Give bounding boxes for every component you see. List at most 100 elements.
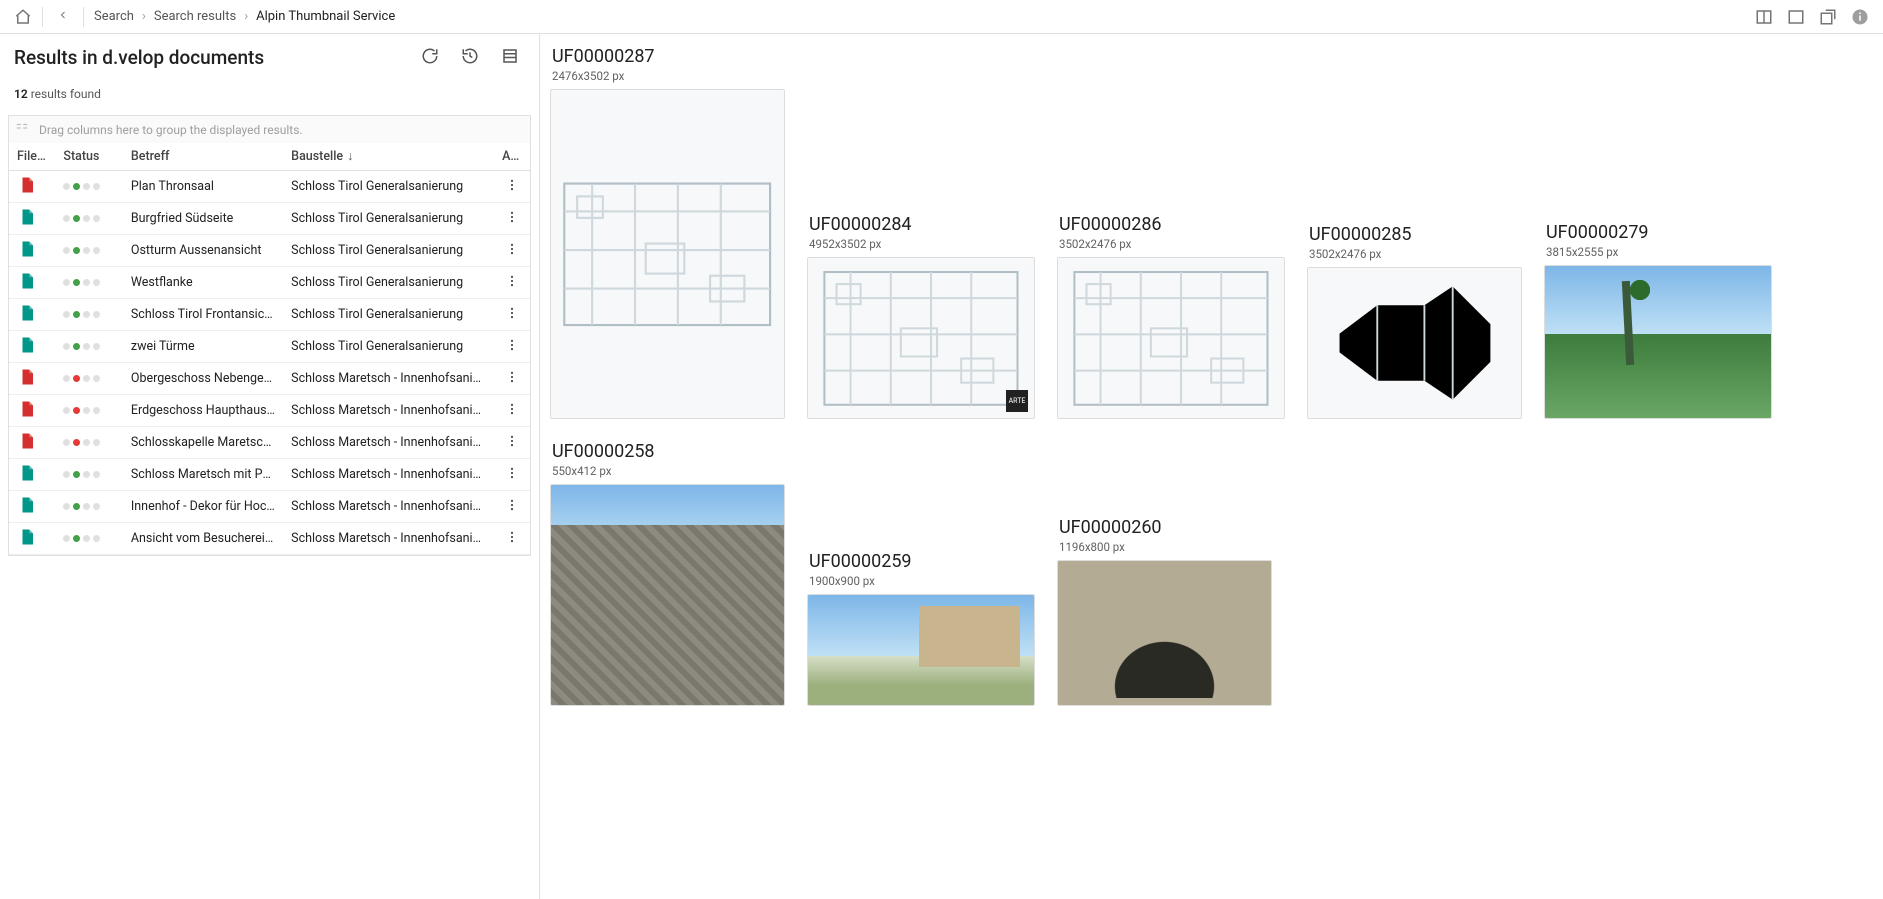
table-row[interactable]: Ansicht vom Besuchereinga...Schloss Mare… — [9, 523, 530, 555]
status-indicator — [63, 311, 100, 318]
results-count-label: results found — [31, 87, 101, 101]
col-file[interactable]: File I... — [9, 143, 55, 171]
image-file-icon — [17, 271, 37, 291]
info-icon[interactable] — [1851, 8, 1869, 26]
floorplan-thumbnail[interactable] — [550, 89, 785, 419]
group-drop-zone[interactable]: Drag columns here to group the displayed… — [8, 115, 531, 143]
row-menu-icon[interactable] — [505, 181, 519, 196]
cell-baustelle: Schloss Tirol Generalsanierung — [283, 299, 494, 331]
image-file-icon — [17, 207, 37, 227]
thumbnail-card[interactable]: UF00000287 2476x3502 px — [550, 46, 785, 419]
thumbnail-card[interactable]: UF000002853502x2476 px — [1307, 224, 1522, 419]
row-menu-icon[interactable] — [505, 437, 519, 452]
row-menu-icon[interactable] — [505, 341, 519, 356]
thumbnail-id: UF00000259 — [809, 551, 1035, 572]
cell-betreff: Obergeschoss Nebengebäu... — [123, 363, 283, 395]
thumbnail-dimensions: 2476x3502 px — [552, 69, 785, 83]
home-icon[interactable] — [14, 8, 32, 26]
refresh-icon[interactable] — [421, 47, 439, 69]
table-row[interactable]: zwei TürmeSchloss Tirol Generalsanierung — [9, 331, 530, 363]
thumbnail-card[interactable]: UF00000258550x412 px — [550, 441, 785, 706]
results-table: File I... Status Betreff Baustelle↓ Ac..… — [9, 143, 530, 555]
table-row[interactable]: Schloss Tirol FrontansichtSchloss Tirol … — [9, 299, 530, 331]
thumbnail-card[interactable]: UF000002601196x800 px — [1057, 517, 1272, 706]
main-split: Results in d.velop documents 12 results … — [0, 34, 1883, 899]
photo-thumbnail[interactable] — [1544, 265, 1772, 419]
breadcrumb-search[interactable]: Search — [94, 9, 134, 24]
thumbnail-dimensions: 4952x3502 px — [809, 237, 1035, 251]
row-menu-icon[interactable] — [505, 405, 519, 420]
cell-betreff: Innenhof - Dekor für Hochzeit — [123, 491, 283, 523]
chevron-right-icon: › — [142, 9, 146, 24]
status-indicator — [63, 503, 100, 510]
cell-baustelle: Schloss Tirol Generalsanierung — [283, 235, 494, 267]
photo-thumbnail[interactable] — [1057, 560, 1272, 706]
status-indicator — [63, 535, 100, 542]
status-indicator — [63, 407, 100, 414]
table-row[interactable]: Burgfried SüdseiteSchloss Tirol Generals… — [9, 203, 530, 235]
image-file-icon — [17, 527, 37, 547]
row-menu-icon[interactable] — [505, 245, 519, 260]
col-status[interactable]: Status — [55, 143, 122, 171]
image-file-icon — [17, 463, 37, 483]
thumbnail-dimensions: 3502x2476 px — [1309, 247, 1522, 261]
row-menu-icon[interactable] — [505, 533, 519, 548]
cell-baustelle: Schloss Maretsch - Innenhofsanierung — [283, 363, 494, 395]
divider — [83, 7, 84, 27]
col-betreff[interactable]: Betreff — [123, 143, 283, 171]
table-row[interactable]: Innenhof - Dekor für HochzeitSchloss Mar… — [9, 491, 530, 523]
thumbnail-dimensions: 1900x900 px — [809, 574, 1035, 588]
thumbnail-dimensions: 1196x800 px — [1059, 540, 1272, 554]
results-count: 12 results found — [14, 87, 525, 101]
back-icon[interactable] — [57, 9, 69, 25]
thumbnail-card[interactable]: UF000002844952x3502 pxARTE — [807, 214, 1035, 419]
table-row[interactable]: Plan ThronsaalSchloss Tirol Generalsanie… — [9, 171, 530, 203]
row-menu-icon[interactable] — [505, 277, 519, 292]
plan-badge: ARTE — [1006, 390, 1028, 412]
thumbnail-id: UF00000279 — [1546, 222, 1772, 243]
layout-single-icon[interactable] — [1787, 8, 1805, 26]
cell-baustelle: Schloss Tirol Generalsanierung — [283, 331, 494, 363]
table-row[interactable]: Ostturm AussenansichtSchloss Tirol Gener… — [9, 235, 530, 267]
row-menu-icon[interactable] — [505, 501, 519, 516]
floorplan-thumbnail[interactable] — [1057, 257, 1285, 419]
thumbnail-card[interactable]: UF00000259 1900x900 px — [807, 551, 1035, 706]
thumbnail-card[interactable]: UF00000279 3815x2555 px — [1544, 222, 1772, 419]
row-menu-icon[interactable] — [505, 309, 519, 324]
col-baustelle[interactable]: Baustelle↓ — [283, 143, 494, 171]
thumbnail-id: UF00000287 — [552, 46, 785, 67]
list-view-icon[interactable] — [501, 47, 519, 69]
table-header-row: File I... Status Betreff Baustelle↓ Ac..… — [9, 143, 530, 171]
thumbnail-card[interactable]: UF000002863502x2476 px — [1057, 214, 1285, 419]
pdf-file-icon — [17, 367, 37, 387]
row-menu-icon[interactable] — [505, 373, 519, 388]
table-row[interactable]: Schlosskapelle Maretsch Gr...Schloss Mar… — [9, 427, 530, 459]
photo-thumbnail[interactable] — [550, 484, 785, 706]
floorplan-thumbnail[interactable]: ARTE — [807, 257, 1035, 419]
table-row[interactable]: Schloss Maretsch mit Palm...Schloss Mare… — [9, 459, 530, 491]
table-row[interactable]: Erdgeschoss Haupthaus M...Schloss Marets… — [9, 395, 530, 427]
group-drop-label: Drag columns here to group the displayed… — [39, 123, 303, 137]
table-row[interactable]: Obergeschoss Nebengebäu...Schloss Marets… — [9, 363, 530, 395]
status-indicator — [63, 183, 100, 190]
col-actions[interactable]: Ac... — [494, 143, 530, 171]
thumbnail-gallery: UF000002872476x3502 pxUF000002844952x350… — [540, 34, 1883, 899]
history-icon[interactable] — [461, 47, 479, 69]
layout-columns-icon[interactable] — [1755, 8, 1773, 26]
group-icon — [15, 121, 29, 138]
table-row[interactable]: WestflankeSchloss Tirol Generalsanierung — [9, 267, 530, 299]
open-external-icon[interactable] — [1819, 8, 1837, 26]
floorplan-thumbnail[interactable] — [1307, 267, 1522, 419]
cell-betreff: Ansicht vom Besuchereinga... — [123, 523, 283, 555]
divider — [42, 7, 43, 27]
topbar: Search › Search results › Alpin Thumbnai… — [0, 0, 1883, 34]
cell-betreff: Plan Thronsaal — [123, 171, 283, 203]
row-menu-icon[interactable] — [505, 213, 519, 228]
thumbnail-dimensions: 3815x2555 px — [1546, 245, 1772, 259]
cell-baustelle: Schloss Maretsch - Innenhofsanierung — [283, 459, 494, 491]
status-indicator — [63, 471, 100, 478]
results-panel: Results in d.velop documents 12 results … — [0, 34, 540, 899]
row-menu-icon[interactable] — [505, 469, 519, 484]
breadcrumb-results[interactable]: Search results — [154, 9, 236, 24]
photo-thumbnail[interactable] — [807, 594, 1035, 706]
